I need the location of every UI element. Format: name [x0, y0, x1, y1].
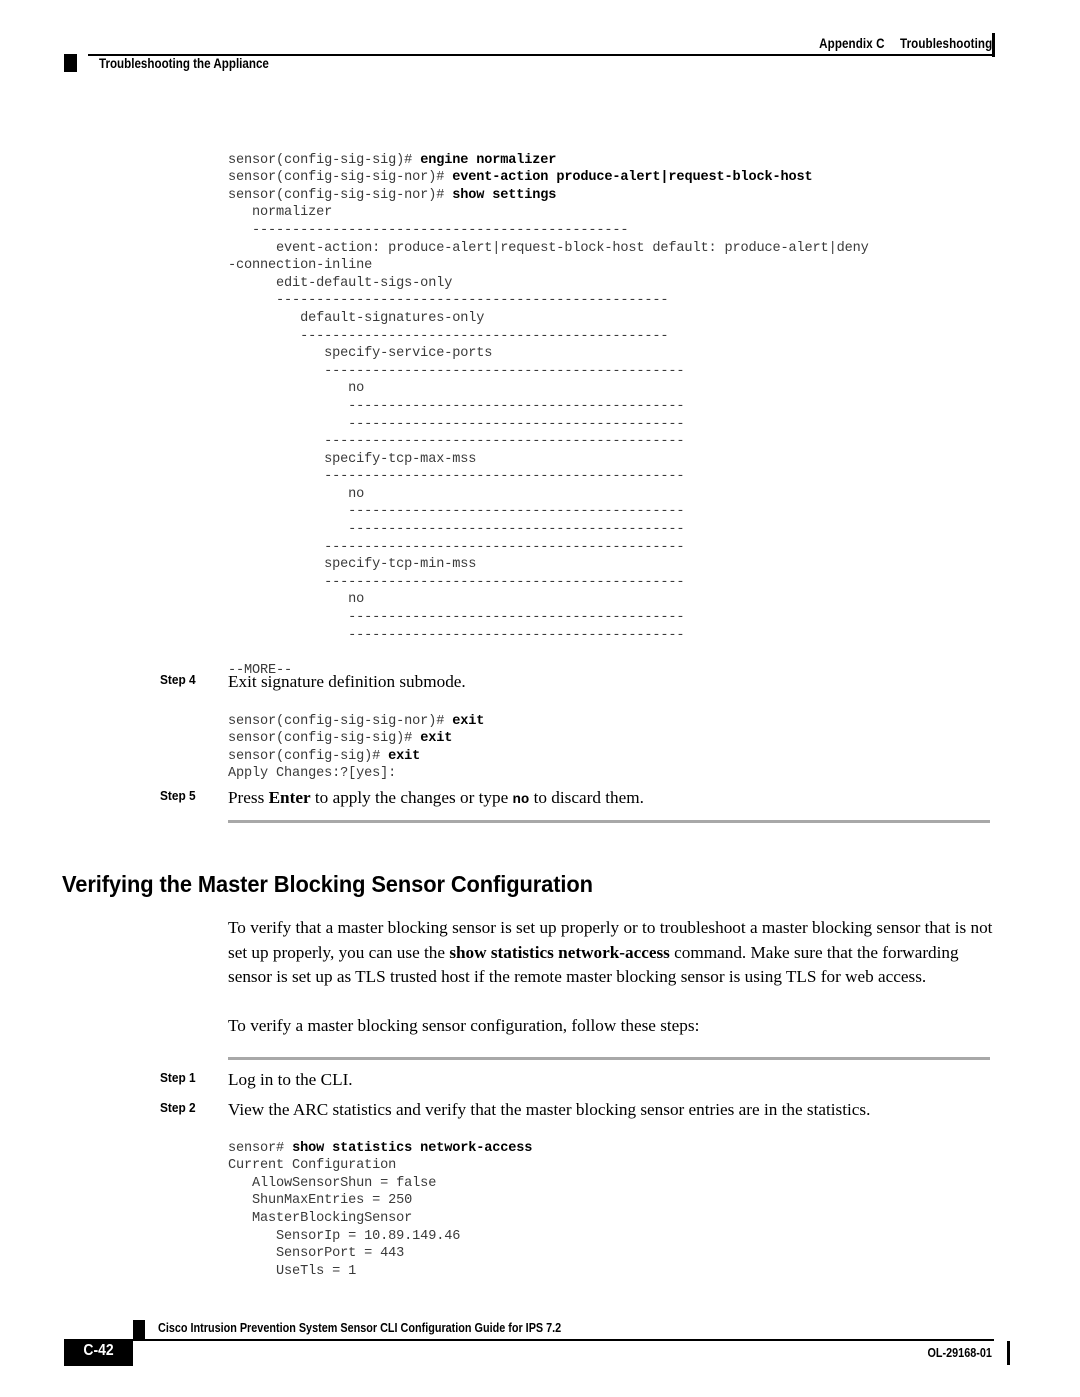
- footer-bullet-square-icon: [133, 1320, 145, 1339]
- step-2-text: View the ARC statistics and verify that …: [228, 1100, 871, 1119]
- footer-edge-tick-icon: [1007, 1341, 1010, 1365]
- section-divider-rule-bottom: [228, 1057, 990, 1060]
- footer-guide-title: Cisco Intrusion Prevention System Sensor…: [158, 1321, 562, 1335]
- header-section-title: Troubleshooting the Appliance: [99, 56, 269, 71]
- header-bullet-square-icon: [64, 54, 77, 72]
- section-divider-rule-top: [228, 820, 990, 823]
- step-5-no-command: no: [512, 792, 530, 808]
- step-5-enter-key: Enter: [268, 788, 311, 807]
- footer-rule: [88, 1339, 994, 1341]
- code-block-show-settings: sensor(config-sig-sig)# engine normalize…: [228, 152, 869, 678]
- step-5-text-a: Press: [228, 788, 269, 807]
- code-command-bold: show settings: [452, 187, 557, 203]
- step-5-label: Step 5: [160, 788, 196, 803]
- step-5-text-b: to apply the changes or type: [310, 788, 513, 807]
- show-statistics-command: show statistics network-access: [449, 942, 670, 962]
- page-header: Appendix C Troubleshooting Troubleshootin…: [0, 0, 1080, 90]
- step-4-text: Exit signature definition submode.: [228, 672, 466, 691]
- step-5-text-c: to discard them.: [529, 788, 644, 807]
- code-block-exit-sequence: sensor(config-sig-sig-nor)# exit sensor(…: [228, 713, 485, 782]
- footer-page-number: C-42: [83, 1342, 114, 1359]
- header-appendix-label: Appendix C: [818, 36, 885, 51]
- step-2-label: Step 2: [160, 1100, 196, 1115]
- step-4-label: Step 4: [160, 672, 196, 687]
- code-command-bold: event-action produce-alert|request-block…: [452, 170, 813, 186]
- step-1-text: Log in to the CLI.: [228, 1070, 353, 1089]
- section-paragraph-1: To verify that a master blocking sensor …: [228, 916, 998, 990]
- header-chapter-label: Troubleshooting: [899, 36, 992, 51]
- header-running-title: Appendix C Troubleshooting: [819, 36, 992, 51]
- step-5-text: Press Enter to apply the changes or type…: [228, 786, 644, 812]
- code-command-bold: engine normalizer: [420, 152, 557, 168]
- page-section-heading: Verifying the Master Blocking Sensor Con…: [62, 871, 593, 897]
- page-footer: Cisco Intrusion Prevention System Sensor…: [0, 1300, 1080, 1380]
- code-command-bold: exit: [388, 748, 421, 764]
- step-1-label: Step 1: [160, 1070, 196, 1085]
- code-command-bold: exit: [452, 713, 485, 729]
- footer-document-id: OL-29168-01: [927, 1346, 992, 1360]
- code-command-bold: show statistics network-access: [292, 1140, 533, 1156]
- code-block-network-access-stats: sensor# show statistics network-access C…: [228, 1140, 533, 1279]
- code-command-bold: exit: [420, 731, 453, 747]
- section-paragraph-2: To verify a master blocking sensor confi…: [228, 1016, 700, 1035]
